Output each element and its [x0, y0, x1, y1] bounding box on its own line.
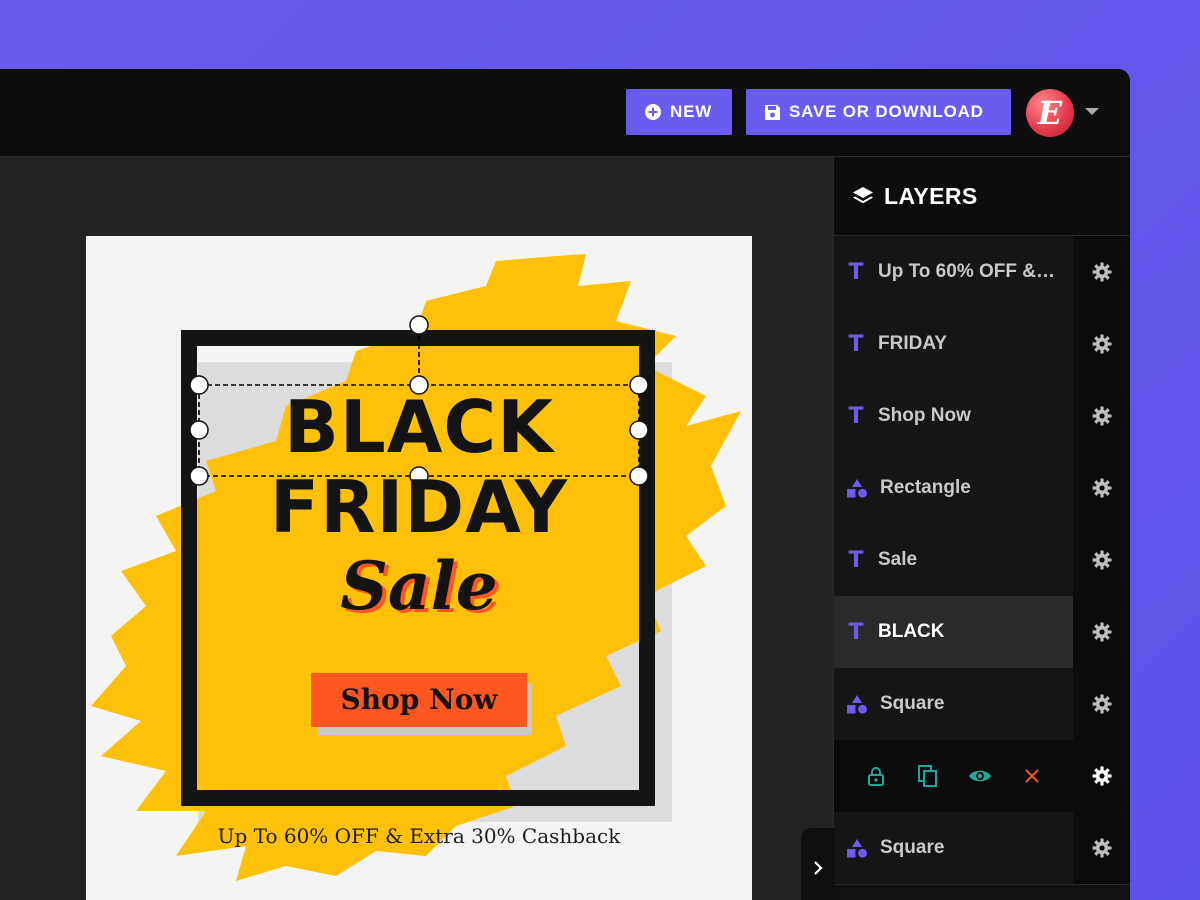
new-button[interactable]: NEW: [626, 89, 732, 135]
layer-label: FRIDAY: [878, 333, 947, 354]
text-icon: T: [848, 547, 864, 573]
gear-icon: [1092, 838, 1112, 858]
headline-black[interactable]: BLACK: [199, 386, 639, 468]
visibility-icon: [969, 770, 991, 782]
layers-header: LAYERS: [834, 157, 1130, 236]
layers-panel: LAYERS T Up To 60% OFF & Extra 30% Cashba…: [833, 157, 1130, 900]
top-toolbar: NEW SAVE OR DOWNLOAD E: [0, 69, 1130, 157]
visibility-button[interactable]: [954, 740, 1006, 812]
shapes-icon: [847, 695, 867, 714]
layer-label: Sale: [878, 549, 918, 570]
delete-icon: [1025, 769, 1039, 783]
plus-circle-icon: [645, 104, 661, 120]
gear-icon: [1092, 622, 1112, 642]
layer-item[interactable]: T Shop Now: [834, 380, 1130, 453]
editor-window: NEW SAVE OR DOWNLOAD E BLACK FRIDAY Sale…: [0, 69, 1130, 900]
layer-settings-button[interactable]: [1073, 524, 1130, 596]
gear-icon: [1092, 262, 1112, 282]
gear-icon: [1092, 766, 1112, 786]
headline-friday[interactable]: FRIDAY: [199, 466, 639, 548]
layers-title: LAYERS: [884, 182, 978, 209]
save-download-button[interactable]: SAVE OR DOWNLOAD: [746, 89, 1011, 135]
layer-settings-button[interactable]: [1076, 740, 1128, 812]
artboard[interactable]: BLACK FRIDAY Sale Shop Now Up To 60% OFF…: [86, 236, 752, 900]
layer-settings-button[interactable]: [1073, 236, 1130, 308]
delete-button[interactable]: [1006, 740, 1058, 812]
gear-icon: [1092, 550, 1112, 570]
new-label: NEW: [670, 102, 713, 121]
lock-button[interactable]: [850, 740, 902, 812]
shop-now-text[interactable]: Shop Now: [311, 673, 527, 727]
panel-collapse-toggle[interactable]: [801, 828, 835, 900]
text-icon: T: [848, 619, 864, 645]
layer-item[interactable]: T Up To 60% OFF & Extra 30% Cashback: [834, 236, 1130, 309]
gear-icon: [1092, 334, 1112, 354]
layer-label: Up To 60% OFF & Extra 30% Cashback: [878, 261, 1058, 282]
layer-item[interactable]: Square: [834, 812, 1130, 885]
layer-item[interactable]: Square: [834, 668, 1130, 741]
layer-label: Square: [880, 693, 945, 714]
gear-icon: [1092, 694, 1112, 714]
layer-label: Rectangle: [880, 477, 971, 498]
duplicate-icon: [918, 765, 937, 787]
layer-settings-button[interactable]: [1073, 596, 1130, 668]
gear-icon: [1092, 478, 1112, 498]
layer-label: Square: [880, 837, 945, 858]
user-avatar[interactable]: E: [1026, 89, 1074, 137]
layer-actions-row: [834, 740, 1130, 813]
chevron-down-icon[interactable]: [1084, 107, 1100, 117]
layer-settings-button[interactable]: [1073, 308, 1130, 380]
save-icon: [765, 104, 780, 120]
layers-icon: [853, 187, 873, 204]
chevron-right-icon: [814, 861, 823, 875]
layer-settings-button[interactable]: [1073, 380, 1130, 452]
footer-offer-text[interactable]: Up To 60% OFF & Extra 30% Cashback: [86, 824, 752, 848]
text-icon: T: [848, 259, 864, 285]
save-label: SAVE OR DOWNLOAD: [789, 102, 984, 121]
avatar-letter: E: [1037, 94, 1063, 132]
duplicate-button[interactable]: [902, 740, 954, 812]
layer-label: BLACK: [878, 621, 945, 642]
layer-item-selected[interactable]: T BLACK: [834, 596, 1130, 669]
layer-item[interactable]: T Sale: [834, 524, 1130, 597]
layer-label: Shop Now: [878, 405, 971, 426]
lock-icon: [868, 767, 884, 786]
layer-settings-button[interactable]: [1073, 812, 1130, 884]
layer-item[interactable]: Rectangle: [834, 452, 1130, 525]
text-icon: T: [848, 403, 864, 429]
layer-settings-button[interactable]: [1073, 452, 1130, 524]
layer-settings-button[interactable]: [1073, 668, 1130, 740]
canvas-area: BLACK FRIDAY Sale Shop Now Up To 60% OFF…: [0, 157, 833, 900]
text-icon: T: [848, 331, 864, 357]
script-sale[interactable]: Sale: [199, 541, 639, 631]
gear-icon: [1092, 406, 1112, 426]
shapes-icon: [847, 839, 867, 858]
shapes-icon: [847, 479, 867, 498]
layer-item[interactable]: T FRIDAY: [834, 308, 1130, 381]
